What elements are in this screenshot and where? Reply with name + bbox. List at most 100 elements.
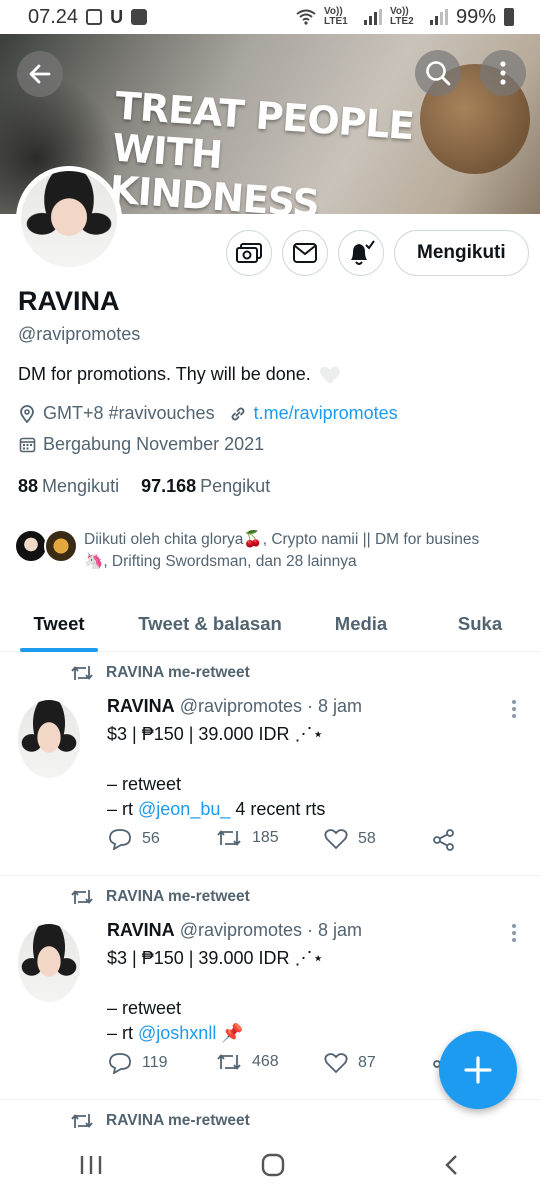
retweet-label: RAVINA me-retweet <box>106 888 250 905</box>
bell-check-icon <box>351 240 375 265</box>
share-button[interactable] <box>432 828 456 852</box>
compose-tweet-button[interactable] <box>439 1031 517 1109</box>
tweet-text: $3 | ₱150 | 39.000 IDR ⋰⋆ – retweet – rt… <box>107 946 324 1046</box>
reply-icon <box>109 829 131 850</box>
like-button[interactable]: 87 <box>324 1052 376 1074</box>
unicorn-emoji: 🦄 <box>84 553 104 570</box>
retweet-label: RAVINA me-retweet <box>106 1112 250 1129</box>
banner-text: TREAT PEOPLE WITH KINDNESS <box>108 84 446 214</box>
home-button[interactable] <box>260 1152 286 1183</box>
following-label: Mengikuti <box>42 476 120 496</box>
volte1-label: Vo)) LTE1 <box>323 6 348 27</box>
search-icon <box>426 61 451 86</box>
profile-link[interactable]: t.me/ravipromotes <box>254 403 398 424</box>
tweet[interactable]: RAVINA me-retweet RAVINA @ravipromotes ·… <box>0 652 540 876</box>
following-count: 88 <box>18 476 39 496</box>
tweet-mention[interactable]: @jeon_bu_ <box>138 799 230 819</box>
wifi-icon <box>296 9 316 25</box>
volte2-label: Vo)) LTE2 <box>389 6 414 27</box>
gallery-icon <box>86 9 103 25</box>
tweet-line: 📌 <box>216 1023 244 1043</box>
tweet-line: – rt <box>107 1023 139 1043</box>
followed-by-part-1: Diikuti oleh chita glorya <box>84 531 244 548</box>
like-button[interactable]: 58 <box>324 828 376 850</box>
followed-by[interactable]: Diikuti oleh chita glorya🍒, Crypto namii… <box>14 529 526 573</box>
status-bar: 07.24 U Vo)) LTE1 Vo)) LTE2 99% <box>0 0 540 34</box>
money-icon <box>236 243 262 263</box>
calendar-icon <box>18 436 36 454</box>
heart-icon <box>324 1053 348 1074</box>
battery-icon <box>504 8 514 26</box>
profile-tabs: Tweet Tweet & balasan Media Suka <box>0 596 540 652</box>
tweet-time: · 8 jam <box>307 696 363 716</box>
reply-count: 119 <box>142 1054 168 1071</box>
retweet-context: RAVINA me-retweet <box>70 888 250 906</box>
tweet-handle: @ravipromotes <box>179 920 302 940</box>
white-heart-icon <box>319 366 340 384</box>
profile-name: RAVINA <box>18 286 120 316</box>
like-count: 58 <box>358 830 376 847</box>
cherry-emoji: 🍒 <box>243 531 263 548</box>
avatar-image <box>21 171 117 267</box>
tweet-line: $3 | ₱150 | 39.000 IDR ⋰⋆ <box>107 724 324 744</box>
tweet-actions: 56 185 58 <box>108 828 478 852</box>
location-icon <box>18 404 36 423</box>
back-nav-button[interactable] <box>443 1153 461 1182</box>
retweet-icon <box>217 1054 241 1070</box>
following-link[interactable]: 88 Mengikuti <box>18 476 119 497</box>
followed-by-text: Diikuti oleh chita glorya🍒, Crypto namii… <box>84 529 479 573</box>
more-options-button[interactable] <box>480 50 526 96</box>
notifications-button[interactable] <box>338 230 384 276</box>
tab-tweet[interactable]: Tweet <box>0 596 118 652</box>
tweet-line: – retweet <box>107 774 182 794</box>
tweet-avatar[interactable] <box>18 924 80 1002</box>
like-count: 87 <box>358 1054 376 1071</box>
profile-actions: Mengikuti <box>226 230 529 276</box>
retweet-button[interactable]: 185 <box>216 828 279 848</box>
tweet-mention[interactable]: @joshxnll <box>138 1023 216 1043</box>
tweet-avatar[interactable] <box>18 700 80 778</box>
retweet-icon <box>71 666 93 680</box>
followers-link[interactable]: 97.168 Pengikut <box>141 476 270 497</box>
tip-button[interactable] <box>226 230 272 276</box>
home-icon <box>261 1153 285 1176</box>
tweet-line: – rt <box>107 799 139 819</box>
recents-icon <box>80 1155 101 1174</box>
retweet-context: RAVINA me-retweet <box>70 1112 250 1130</box>
tweet-more-button[interactable] <box>512 700 516 718</box>
plus-icon <box>464 1056 492 1084</box>
tweet-header: RAVINA @ravipromotes · 8 jam <box>107 920 362 941</box>
tweet-text: $3 | ₱150 | 39.000 IDR ⋰⋆ – retweet – rt… <box>107 722 325 822</box>
battery-percent: 99% <box>455 5 496 28</box>
mail-icon <box>293 243 317 263</box>
profile-joined: Bergabung November 2021 <box>43 434 265 454</box>
back-button[interactable] <box>17 51 63 97</box>
tab-media[interactable]: Media <box>302 596 420 652</box>
retweet-icon <box>217 830 241 846</box>
followed-by-part-2: , Crypto namii || DM for busines <box>262 531 480 548</box>
tweet-avatar-image <box>18 924 80 1002</box>
tweet-more-button[interactable] <box>512 924 516 942</box>
message-button[interactable] <box>282 230 328 276</box>
tab-likes[interactable]: Suka <box>420 596 540 652</box>
follow-counts: 88 Mengikuti 97.168 Pengikut <box>18 476 270 497</box>
followers-count: 97.168 <box>141 476 197 496</box>
tab-tweet-replies[interactable]: Tweet & balasan <box>118 596 302 652</box>
search-button[interactable] <box>415 50 461 96</box>
tweet-avatar-image <box>18 700 80 778</box>
heart-icon <box>324 829 348 850</box>
following-button[interactable]: Mengikuti <box>394 230 529 276</box>
v-app-icon <box>131 9 148 25</box>
recent-apps-button[interactable] <box>79 1154 103 1181</box>
reply-button[interactable]: 56 <box>108 828 160 850</box>
retweet-button[interactable]: 468 <box>216 1052 279 1072</box>
retweet-icon <box>71 1114 93 1128</box>
reply-button[interactable]: 119 <box>108 1052 168 1074</box>
more-vertical-icon <box>500 61 506 85</box>
followers-label: Pengikut <box>200 476 271 496</box>
chevron-left-icon <box>445 1154 458 1175</box>
profile-avatar[interactable] <box>16 166 122 272</box>
follower-avatar <box>14 529 48 563</box>
back-arrow-icon <box>29 64 51 84</box>
tweet-header: RAVINA @ravipromotes · 8 jam <box>107 696 362 717</box>
